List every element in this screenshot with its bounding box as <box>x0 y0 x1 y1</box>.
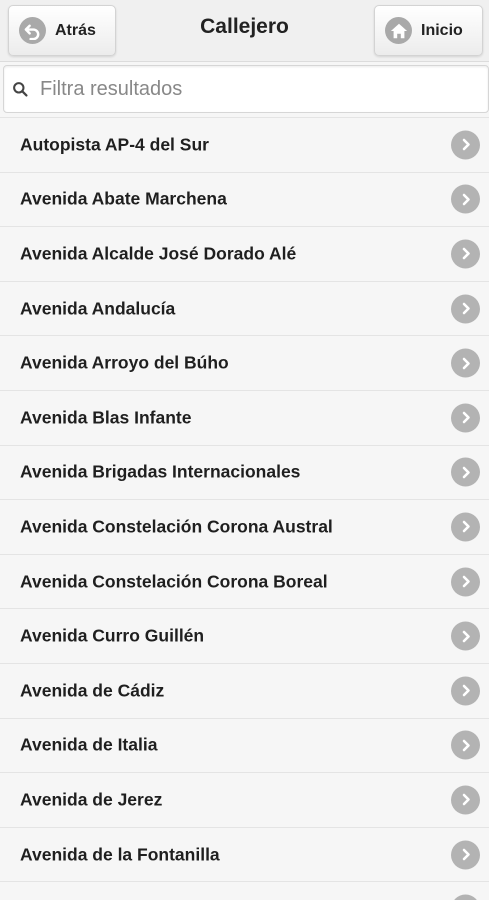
search-box <box>3 65 489 113</box>
chevron-right-icon <box>451 785 480 815</box>
chevron-right-icon <box>451 730 480 760</box>
list-item[interactable]: Avenida Andalucía <box>0 280 489 336</box>
chevron-right-icon <box>451 567 480 597</box>
chevron-right-icon <box>451 840 480 870</box>
header-bar: Atrás Callejero Inicio <box>0 0 489 62</box>
list-item[interactable]: Avenida de la Fontanilla <box>0 826 489 882</box>
list-item[interactable]: Avenida Brigadas Internacionales <box>0 444 489 500</box>
home-button-label: Inicio <box>421 21 463 39</box>
list-item[interactable]: Autopista AP-4 del Sur <box>0 117 489 172</box>
search-input[interactable] <box>40 72 480 106</box>
back-button-label: Atrás <box>55 21 96 39</box>
list-item-label: Avenida Constelación Corona Austral <box>20 516 333 537</box>
chevron-right-icon <box>451 184 480 214</box>
list-item-label: Avenida Brigadas Internacionales <box>20 461 301 482</box>
list-item[interactable]: Avenida Arroyo del Búho <box>0 335 489 390</box>
list-item[interactable] <box>0 881 489 900</box>
list-item-label: Avenida Arroyo del Búho <box>20 352 229 373</box>
page-title: Callejero <box>200 15 289 38</box>
list-item[interactable]: Avenida de Jerez <box>0 772 489 827</box>
list-item-label: Avenida Curro Guillén <box>20 625 205 646</box>
search-icon <box>13 82 28 97</box>
list-item[interactable]: Avenida de Italia <box>0 717 489 773</box>
chevron-right-icon <box>451 403 480 433</box>
list-item-label: Autopista AP-4 del Sur <box>20 134 209 155</box>
list-item[interactable]: Avenida Constelación Corona Boreal <box>0 553 489 609</box>
chevron-right-icon <box>451 457 480 487</box>
list-item-label: Avenida Blas Infante <box>20 407 192 428</box>
home-button[interactable]: Inicio <box>374 5 483 56</box>
list-item-label: Avenida Constelación Corona Boreal <box>20 571 328 592</box>
chevron-right-icon <box>451 676 480 706</box>
chevron-right-icon <box>451 294 480 324</box>
chevron-right-icon <box>451 512 480 542</box>
chevron-right-icon <box>451 239 480 269</box>
list-item[interactable]: Avenida Constelación Corona Austral <box>0 499 489 554</box>
street-list: Autopista AP-4 del Sur Avenida Abate Marc… <box>0 117 489 900</box>
home-icon <box>385 17 412 44</box>
list-item-label: Avenida de la Fontanilla <box>20 844 220 865</box>
list-item[interactable]: Avenida Alcalde José Dorado Alé <box>0 226 489 281</box>
list-item[interactable]: Avenida Blas Infante <box>0 389 489 445</box>
list-item-label: Avenida Alcalde José Dorado Alé <box>20 243 297 264</box>
list-item[interactable]: Avenida Curro Guillén <box>0 608 489 663</box>
list-item[interactable]: Avenida de Cádiz <box>0 662 489 718</box>
list-item-label: Avenida Andalucía <box>20 298 176 319</box>
back-arrow-icon <box>19 17 46 44</box>
list-item-label: Avenida de Cádiz <box>20 680 165 701</box>
chevron-right-icon <box>451 348 480 378</box>
list-item-label: Avenida Abate Marchena <box>20 188 227 209</box>
chevron-right-icon <box>451 130 480 160</box>
list-item-label: Avenida de Italia <box>20 734 158 755</box>
chevron-right-icon <box>451 621 480 651</box>
list-item[interactable]: Avenida Abate Marchena <box>0 171 489 227</box>
back-button[interactable]: Atrás <box>8 5 116 56</box>
list-item-label: Avenida de Jerez <box>20 789 163 810</box>
chevron-right-icon <box>451 894 480 900</box>
